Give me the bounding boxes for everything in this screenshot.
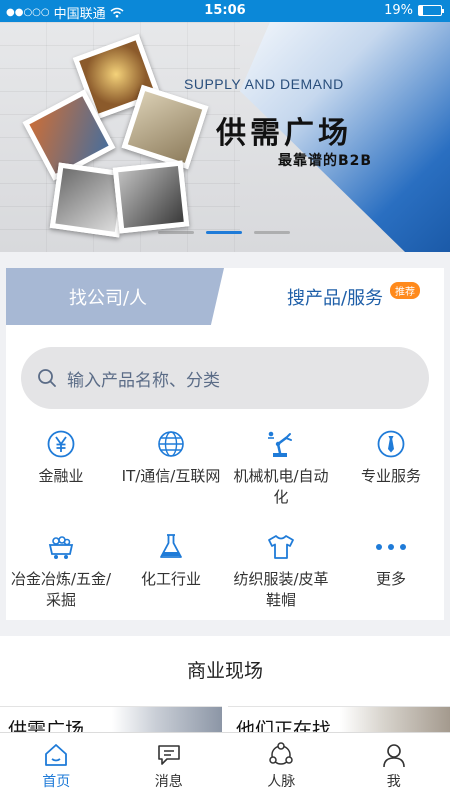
status-bar: ●●○○○ 中国联通 15:06 19% — [0, 0, 450, 22]
search-input[interactable]: 输入产品名称、分类 — [21, 347, 429, 409]
category-label: 专业服务 — [360, 467, 421, 485]
robot-arm-icon — [268, 431, 292, 457]
carousel-dot[interactable] — [158, 231, 194, 234]
tie-icon — [377, 430, 405, 458]
banner-title: 供需广场 — [216, 116, 352, 151]
category-label: 更多 — [375, 570, 406, 588]
banner-photo — [112, 160, 190, 234]
carousel-dot[interactable] — [254, 231, 290, 234]
banner-subtitle-en: SUPPLY AND DEMAND — [184, 76, 344, 92]
network-icon — [269, 742, 293, 765]
category-label: 化工行业 — [140, 570, 201, 588]
flask-icon — [160, 534, 182, 558]
bottom-nav: 首页 消息 人脉 我 — [0, 732, 450, 800]
nav-home[interactable]: 首页 — [0, 733, 113, 800]
yen-coin-icon — [47, 430, 75, 458]
mine-cart-icon — [48, 536, 74, 559]
category-chemical[interactable]: 化工行业 — [116, 532, 226, 590]
person-icon — [382, 744, 405, 768]
category-machinery[interactable]: 机械机电/自动化 — [226, 429, 336, 508]
category-services[interactable]: 专业服务 — [336, 429, 446, 487]
carousel-indicators[interactable] — [158, 231, 290, 234]
banner-tagline: 最靠谱的B2B — [278, 153, 373, 169]
search-card: 找公司/人 搜产品/服务 推荐 输入产品名称、分类 金融业 IT/通信/互联网 — [6, 268, 444, 620]
category-label: 冶金冶炼/五金/采掘 — [10, 570, 112, 609]
nav-label: 人脉 — [267, 774, 296, 790]
globe-icon — [158, 431, 184, 457]
tshirt-icon — [268, 535, 294, 559]
search-placeholder: 输入产品名称、分类 — [67, 370, 220, 391]
home-icon — [45, 744, 68, 766]
battery-icon — [418, 5, 444, 16]
tab-find-company[interactable]: 找公司/人 — [6, 268, 224, 325]
nav-messages[interactable]: 消息 — [113, 733, 226, 800]
nav-label: 消息 — [154, 774, 183, 790]
category-label: IT/通信/互联网 — [121, 467, 221, 485]
status-time: 15:06 — [204, 3, 246, 18]
battery-percent: 19% — [384, 3, 413, 18]
more-dots-icon — [376, 544, 406, 550]
section-title: 商业现场 — [186, 660, 263, 682]
category-textile[interactable]: 纺织服装/皮革鞋帽 — [226, 532, 336, 611]
category-finance[interactable]: 金融业 — [6, 429, 116, 487]
category-label: 金融业 — [38, 467, 84, 485]
promo-banner[interactable]: SUPPLY AND DEMAND 供需广场 最靠谱的B2B — [0, 22, 450, 252]
tab-find-company-label: 找公司/人 — [68, 287, 148, 309]
nav-label: 我 — [386, 774, 401, 790]
category-it[interactable]: IT/通信/互联网 — [116, 429, 226, 487]
carousel-dot-active[interactable] — [206, 231, 242, 234]
category-more[interactable]: 更多 — [336, 532, 446, 590]
tab-search-product-label: 搜产品/服务 — [286, 287, 384, 309]
category-metallurgy[interactable]: 冶金冶炼/五金/采掘 — [6, 532, 116, 611]
nav-network[interactable]: 人脉 — [225, 733, 338, 800]
message-icon — [157, 745, 180, 765]
nav-label: 首页 — [42, 774, 71, 790]
recommend-badge: 推荐 — [390, 282, 420, 299]
nav-me[interactable]: 我 — [338, 733, 450, 800]
search-icon — [38, 369, 56, 387]
category-label: 纺织服装/皮革鞋帽 — [233, 570, 329, 609]
category-label: 机械机电/自动化 — [233, 467, 329, 506]
